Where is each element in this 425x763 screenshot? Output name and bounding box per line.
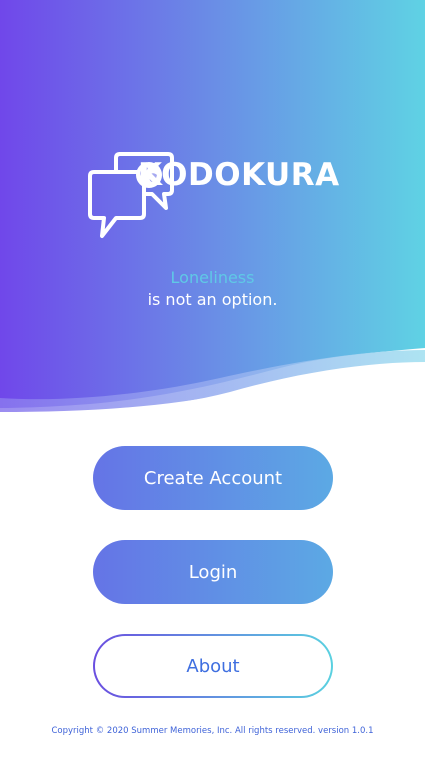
tagline-line1: Loneliness <box>170 268 255 287</box>
create-account-button[interactable]: Create Account <box>93 446 333 510</box>
about-button-label: About <box>95 636 331 696</box>
brand-wordmark: KODOKURA <box>138 157 340 193</box>
copyright-footer: Copyright © 2020 Summer Memories, Inc. A… <box>51 726 374 736</box>
tagline: Loneliness is not an option. <box>0 267 425 311</box>
about-button[interactable]: About <box>93 634 333 698</box>
welcome-screen: KODOKURA Loneliness is not an option. Cr… <box>0 0 425 763</box>
login-button[interactable]: Login <box>93 540 333 604</box>
app-logo: KODOKURA <box>86 150 342 242</box>
tagline-line2: is not an option. <box>147 290 278 309</box>
